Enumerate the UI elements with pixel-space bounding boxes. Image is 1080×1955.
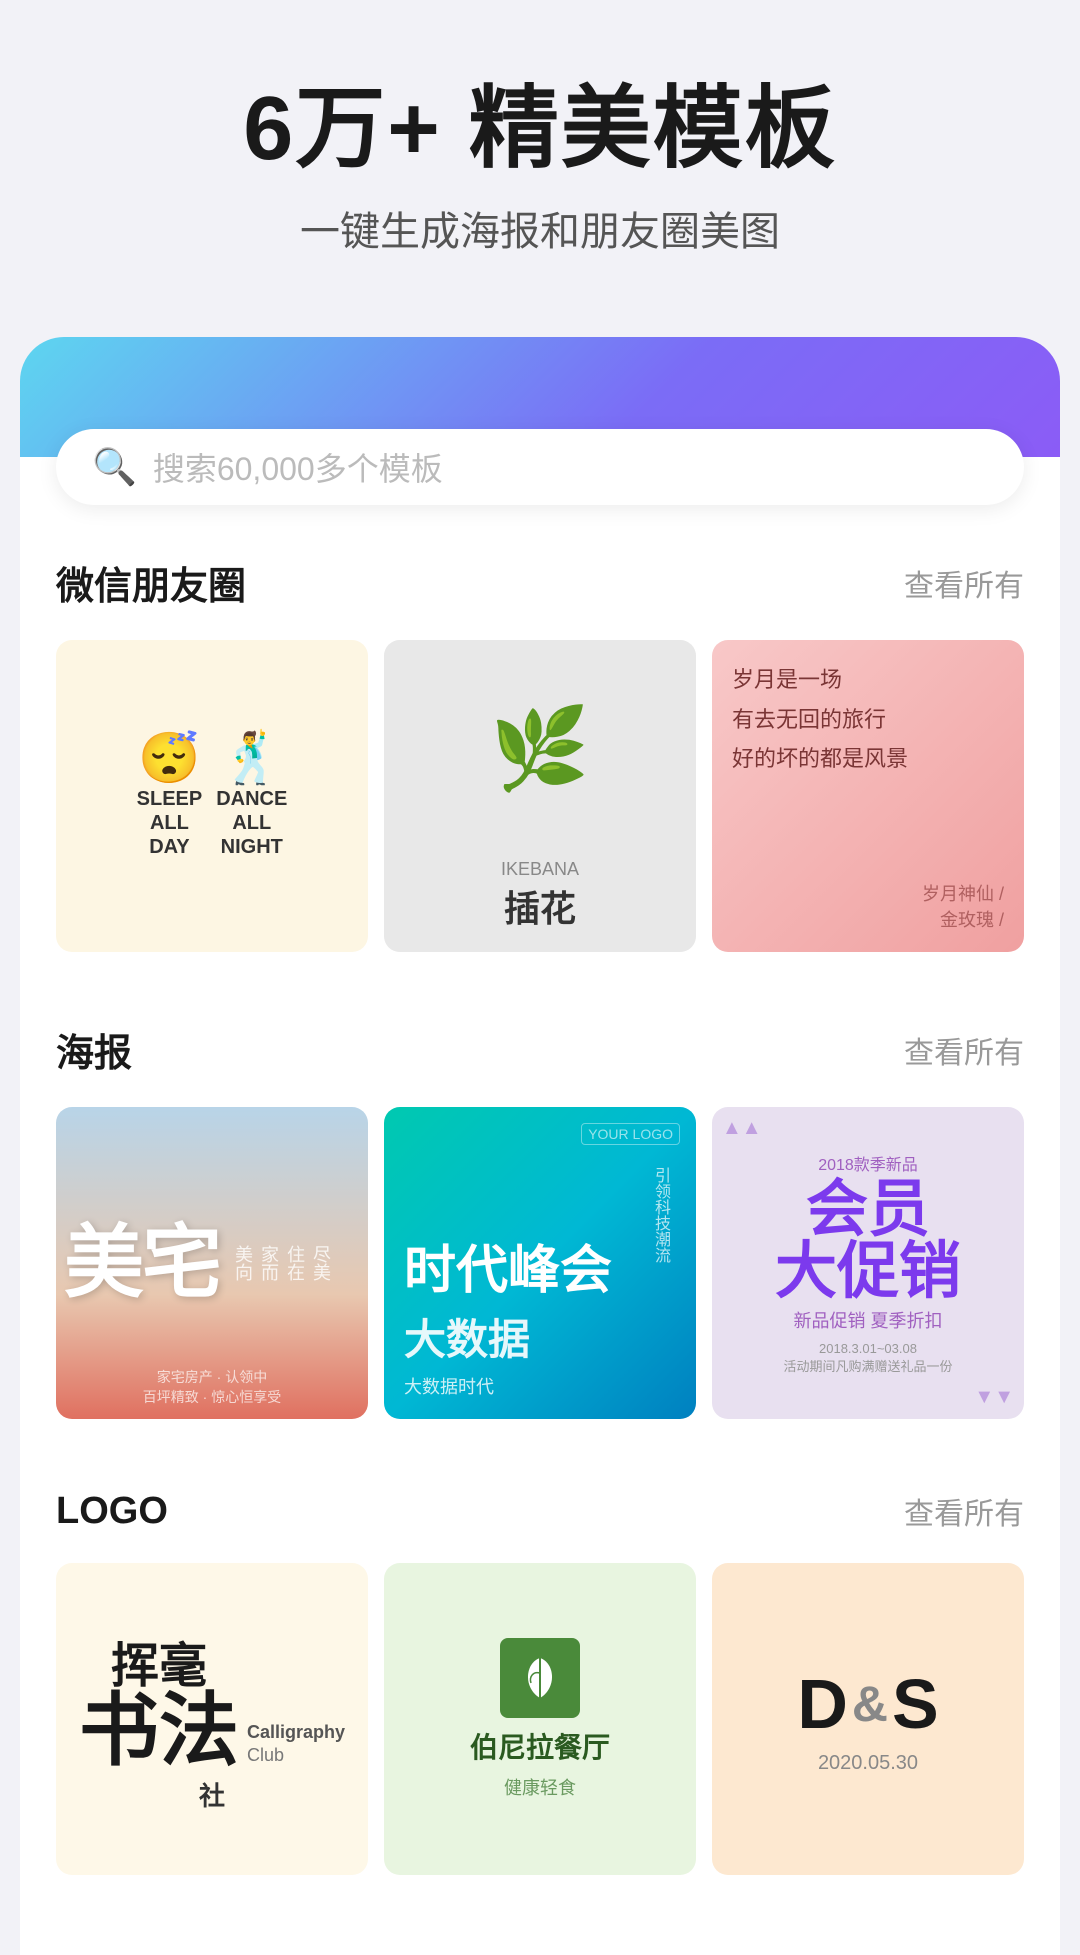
poem-author: 岁月神仙 /金玫瑰 / (732, 880, 1004, 932)
logo-1-content: 挥毫 书法 Calligraphy Club 社 (79, 1626, 345, 1813)
dance-text: DANCEALLNIGHT (216, 787, 287, 859)
wechat-section-header: 微信朋友圈 查看所有 (56, 555, 1024, 610)
poster-template-grid: 美宅 尽美住在家而美向 家宅房产 · 认领中百坪精致 · 惊心恒享受 YOUR … (56, 1107, 1024, 1419)
hero-title: 6万+ 精美模板 (60, 80, 1020, 179)
search-bar[interactable]: 🔍 搜索60,000多个模板 (56, 429, 1024, 505)
wechat-section-title: 微信朋友圈 (56, 555, 246, 610)
wechat-template-poem[interactable]: 岁月是一场 有去无回的旅行 好的坏的都是风景 岁月神仙 /金玫瑰 / (712, 640, 1024, 952)
sleep-col: 😴 SLEEPALLDAY (137, 733, 203, 859)
poster-3-deco-tl: ▲▲ (722, 1117, 762, 1140)
logo-see-all[interactable]: 查看所有 (904, 1489, 1024, 1533)
ikebana-en-text: IKEBANA (501, 859, 579, 880)
wechat-template-ikebana[interactable]: 🌿 IKEBANA 插花 (384, 640, 696, 952)
logo-2-name: 伯尼拉餐厅 (470, 1726, 610, 1766)
search-container: 🔍 搜索60,000多个模板 (20, 429, 1060, 505)
poster-3-year: 2018款季新品 (818, 1151, 918, 1175)
wechat-template-grid: 😴 SLEEPALLDAY 🕺 DANCEALLNIGHT 🌿 IKEBANA … (56, 640, 1024, 952)
dance-col: 🕺 DANCEALLNIGHT (216, 733, 287, 859)
logo-1-wrap: 挥毫 书法 Calligraphy Club (79, 1626, 345, 1768)
logo-3-letter-s: S (892, 1664, 939, 1744)
poster-template-bigdata[interactable]: YOUR LOGO 引领科技潮流 时代峰会 大数据 大数据时代 (384, 1107, 696, 1419)
poster-3-main: 会员大促销 (775, 1179, 961, 1303)
poster-2-side-text: 引领科技潮流 (648, 1167, 672, 1263)
poster-1-bottom: 家宅房产 · 认领中百坪精致 · 惊心恒享受 (56, 1367, 368, 1407)
logo-section-header: LOGO 查看所有 (56, 1489, 1024, 1533)
logo-1-bottom: 社 (199, 1776, 225, 1813)
hero-section: 6万+ 精美模板 一键生成海报和朋友圈美图 (0, 0, 1080, 317)
wechat-section: 微信朋友圈 查看所有 😴 SLEEPALLDAY 🕺 DANCEALLNIGHT (20, 505, 1060, 972)
logo-3-letters: D & S (797, 1664, 938, 1744)
logo-section: LOGO 查看所有 挥毫 书法 Calligraphy Club (20, 1439, 1060, 1895)
poster-see-all[interactable]: 查看所有 (904, 1028, 1024, 1072)
logo-template-restaurant[interactable]: 伯尼拉餐厅 健康轻食 (384, 1563, 696, 1875)
logo-template-calligraphy[interactable]: 挥毫 书法 Calligraphy Club 社 (56, 1563, 368, 1875)
logo-2-leaf-icon (515, 1653, 565, 1703)
poster-3-deco-br: ▼▼ (974, 1386, 1014, 1409)
ikebana-card-inner: 🌿 IKEBANA 插花 (384, 640, 696, 952)
sleep-text: SLEEPALLDAY (137, 787, 203, 859)
poster-1-main: 美宅 (64, 1223, 220, 1303)
logo-1-huihao: 挥毫 (111, 1626, 207, 1696)
wechat-template-sleep-dance[interactable]: 😴 SLEEPALLDAY 🕺 DANCEALLNIGHT (56, 640, 368, 952)
logo-3-letter-d: D (797, 1664, 848, 1744)
logo-2-icon (500, 1638, 580, 1718)
poster-3-small: 2018.3.01~03.08活动期间凡购满赠送礼品一份 (783, 1341, 952, 1375)
search-placeholder: 搜索60,000多个模板 (153, 444, 443, 490)
logo-1-left: 挥毫 书法 (79, 1626, 239, 1768)
search-icon: 🔍 (92, 446, 137, 488)
hero-subtitle: 一键生成海报和朋友圈美图 (60, 199, 1020, 257)
logo-template-grid: 挥毫 书法 Calligraphy Club 社 (56, 1563, 1024, 1875)
poster-section: 海报 查看所有 美宅 尽美住在家而美向 家宅房产 · 认领中百坪精致 · 惊心恒… (20, 972, 1060, 1439)
logo-2-sub: 健康轻食 (504, 1774, 576, 1800)
wechat-see-all[interactable]: 查看所有 (904, 561, 1024, 605)
poster-section-title: 海报 (56, 1022, 132, 1077)
ikebana-leaves: 🌿 (384, 640, 696, 858)
poster-2-sub-title: 大数据 (404, 1306, 530, 1367)
poster-2-sub: 大数据时代 (404, 1373, 494, 1399)
logo-3-amp: & (852, 1675, 888, 1733)
logo-1-chinese: 书法 (79, 1696, 239, 1768)
logo-3-date: 2020.05.30 (818, 1752, 918, 1775)
poster-template-member-sale[interactable]: 2018款季新品 会员大促销 新品促销 夏季折扣 2018.3.01~03.08… (712, 1107, 1024, 1419)
logo-template-ds[interactable]: D & S 2020.05.30 (712, 1563, 1024, 1875)
poster-3-sub: 新品促销 夏季折扣 (793, 1307, 942, 1333)
poster-2-title: 时代峰会 (404, 1240, 612, 1302)
logo-1-english: Calligraphy Club (247, 1721, 345, 1768)
poster-section-header: 海报 查看所有 (56, 1022, 1024, 1077)
poster-1-content: 美宅 尽美住在家而美向 (64, 1223, 360, 1303)
sleep-face: 😴 (137, 733, 203, 783)
poster-2-logo: YOUR LOGO (581, 1123, 680, 1145)
dance-face: 🕺 (216, 733, 287, 783)
sleep-dance-inner: 😴 SLEEPALLDAY 🕺 DANCEALLNIGHT (137, 733, 288, 859)
poster-1-side: 尽美住在家而美向 (230, 1245, 334, 1281)
logo-section-title: LOGO (56, 1490, 168, 1533)
poster-template-house[interactable]: 美宅 尽美住在家而美向 家宅房产 · 认领中百坪精致 · 惊心恒享受 (56, 1107, 368, 1419)
poem-text: 岁月是一场 有去无回的旅行 好的坏的都是风景 (732, 660, 1004, 779)
main-card: 🔍 搜索60,000多个模板 微信朋友圈 查看所有 😴 SLEEPALLDAY … (20, 337, 1060, 1955)
ikebana-chinese-text: 插花 (504, 880, 576, 932)
